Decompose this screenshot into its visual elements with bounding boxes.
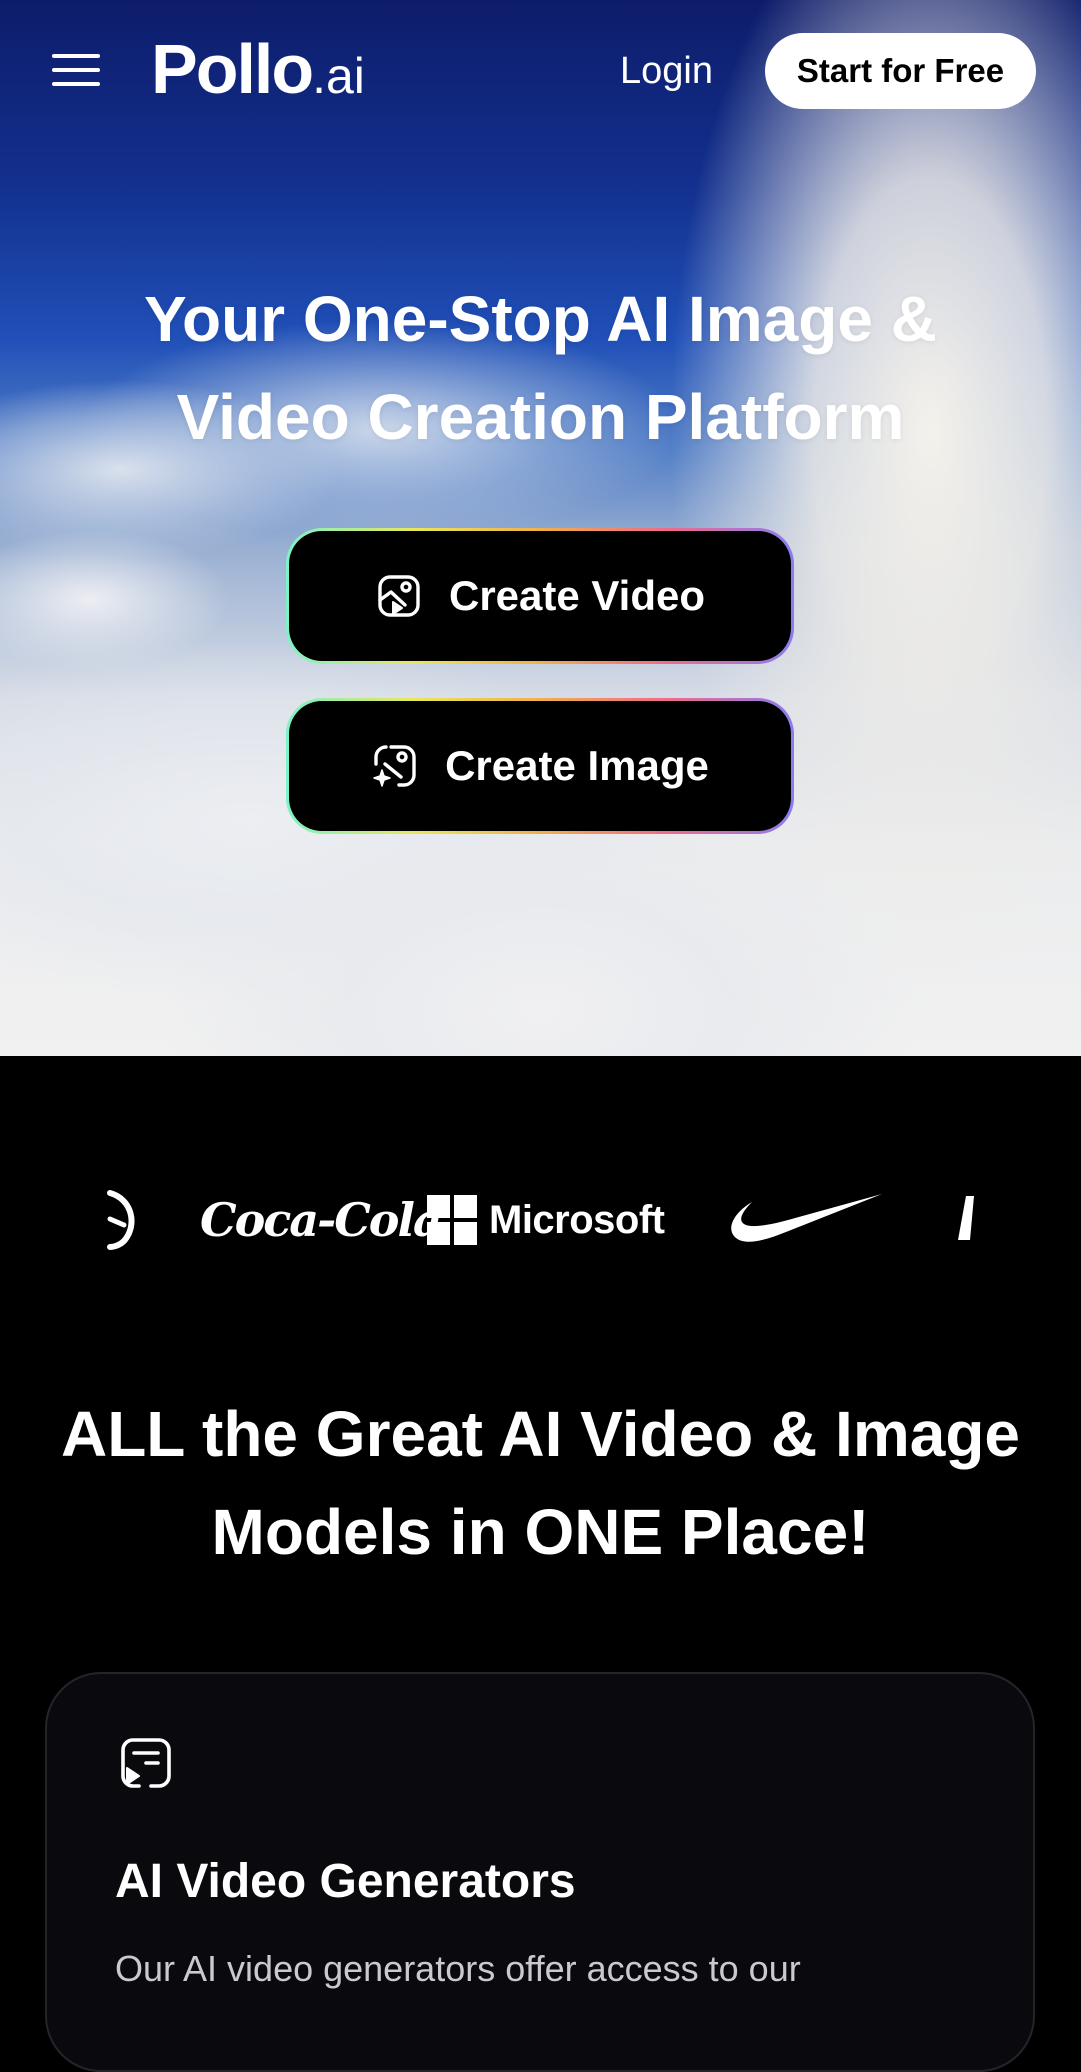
models-title-line2: Models in ONE Place! <box>211 1496 870 1568</box>
create-video-button[interactable]: Create Video <box>286 528 794 664</box>
hero-section: Pollo.ai Login Start for Free Your One-S… <box>0 0 1081 1056</box>
video-icon <box>378 575 420 617</box>
video-list-icon <box>121 1738 171 1788</box>
site-logo[interactable]: Pollo.ai <box>151 34 365 104</box>
hero-title: Your One-Stop AI Image & Video Creation … <box>0 270 1081 466</box>
top-navigation: Pollo.ai Login Start for Free <box>0 0 1081 140</box>
card-title: AI Video Generators <box>115 1855 576 1908</box>
create-image-button[interactable]: Create Image <box>286 698 794 834</box>
card-description: Our AI video generators offer access to … <box>115 1948 801 1989</box>
microsoft-wordmark: Microsoft <box>489 1197 665 1242</box>
logo-brand: Pollo <box>151 30 314 108</box>
nike-logo <box>722 1185 884 1255</box>
models-section-title: ALL the Great AI Video & Image Models in… <box>0 1385 1081 1581</box>
microsoft-windows-icon <box>427 1195 477 1245</box>
models-title-line1: ALL the Great AI Video & Image <box>60 1398 1021 1470</box>
coca-cola-logo: Coca-Cola <box>200 1193 443 1247</box>
image-sparkle-icon <box>373 745 416 787</box>
ai-video-generators-card[interactable]: AI Video Generators Our AI video generat… <box>45 1672 1035 2072</box>
microsoft-logo: Microsoft <box>427 1185 665 1255</box>
start-for-free-button[interactable]: Start for Free <box>765 33 1036 109</box>
partial-brand-logo-right <box>952 1185 976 1255</box>
create-video-label: Create Video <box>449 572 705 619</box>
hamburger-menu-icon[interactable] <box>52 54 100 90</box>
partial-brand-logo-left <box>104 1185 138 1255</box>
hero-title-line1: Your One-Stop AI Image & <box>144 283 937 355</box>
hero-title-line2: Video Creation Platform <box>176 381 905 453</box>
login-link[interactable]: Login <box>620 50 713 93</box>
create-image-label: Create Image <box>445 742 709 789</box>
logo-suffix: .ai <box>312 48 365 104</box>
